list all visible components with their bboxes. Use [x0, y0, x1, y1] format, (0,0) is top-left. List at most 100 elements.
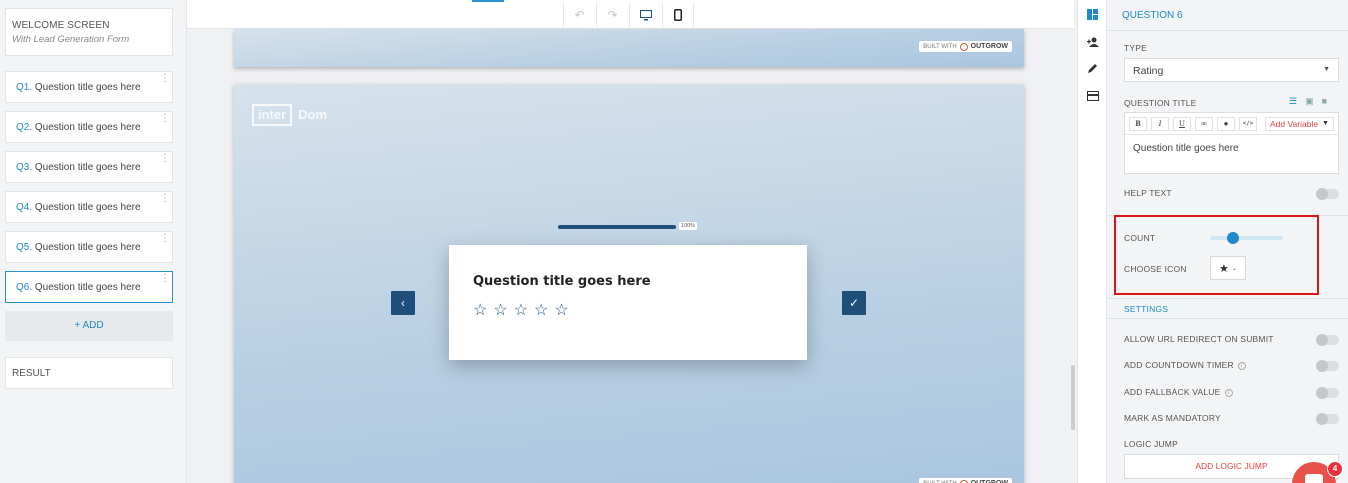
toolbar-indicator [472, 0, 504, 2]
more-options-icon[interactable]: ⋮ [160, 74, 170, 84]
pencil-icon[interactable] [1078, 55, 1107, 82]
rating-stars: ☆ ☆ ☆ ☆ ☆ [473, 302, 569, 320]
add-question-button[interactable]: + ADD [5, 311, 173, 341]
welcome-subtitle: With Lead Generation Form [12, 34, 130, 45]
question-item-3[interactable]: Q3. Question title goes here ⋮ [5, 151, 173, 183]
outgrow-logo-icon [959, 42, 968, 51]
star-icon[interactable]: ☆ [534, 302, 548, 320]
fallback-toggle[interactable] [1316, 387, 1339, 399]
type-select[interactable]: Rating ▼ [1124, 58, 1339, 82]
question-label: Question title goes here [32, 282, 141, 293]
welcome-screen-item[interactable]: WELCOME SCREEN With Lead Generation Form [5, 8, 173, 56]
question-number: Q2. [16, 122, 33, 133]
question-number: Q6. [16, 282, 33, 293]
question-label: Question title goes here [32, 122, 141, 133]
link-icon[interactable]: ∞ [1195, 116, 1213, 131]
setting-countdown-label: ADD COUNTDOWN TIMER i [1124, 360, 1246, 370]
question-item-2[interactable]: Q2. Question title goes here ⋮ [5, 111, 173, 143]
star-icon[interactable]: ☆ [493, 302, 507, 320]
card-icon[interactable] [1078, 82, 1107, 109]
editor-toolbar: B I U ∞ ● </> Add Variable ▼ [1125, 113, 1338, 135]
add-variable-label: Add Variable [1270, 118, 1319, 129]
undo-icon[interactable]: ↶ [563, 3, 595, 27]
question-slide-preview: inter Dom 100% ‹ ✓ Question title goes h… [234, 85, 1024, 483]
add-user-icon[interactable] [1078, 28, 1107, 55]
star-icon[interactable]: ☆ [554, 302, 568, 320]
more-options-icon[interactable]: ⋮ [160, 274, 170, 284]
panel-icon-rail [1077, 0, 1107, 483]
logic-jump-label: LOGIC JUMP [1124, 439, 1178, 449]
type-label: TYPE [1124, 43, 1148, 53]
help-text-label: HELP TEXT [1124, 188, 1172, 198]
info-icon[interactable]: i [1224, 389, 1233, 397]
progress-label: 100% [679, 222, 698, 230]
question-number: Q5. [16, 242, 33, 253]
question-label: Question title goes here [32, 242, 141, 253]
preview-canvas: ↶ ↷ BUILT WITH OUTGROW inter Dom 100% ‹ … [187, 0, 1077, 483]
color-drop-icon[interactable]: ● [1217, 116, 1235, 131]
brand-logo: inter Dom [252, 104, 333, 126]
bold-icon[interactable]: B [1129, 116, 1147, 131]
star-icon[interactable]: ☆ [514, 302, 528, 320]
more-options-icon[interactable]: ⋮ [160, 154, 170, 164]
info-icon[interactable]: i [1237, 362, 1246, 370]
question-item-1[interactable]: Q1. Question title goes here ⋮ [5, 71, 173, 103]
check-icon: ✓ [848, 296, 860, 310]
question-label: Question title goes here [32, 162, 141, 173]
url-redirect-toggle[interactable] [1316, 334, 1339, 346]
preview-toolbar: ↶ ↷ [187, 0, 1074, 29]
question-card: Question title goes here ☆ ☆ ☆ ☆ ☆ [449, 245, 807, 360]
question-number: Q3. [16, 162, 33, 173]
logo-part-1: inter [252, 104, 293, 126]
progress-bar [558, 225, 676, 229]
question-item-6[interactable]: Q6. Question title goes here ⋮ [5, 271, 173, 303]
countdown-toggle[interactable] [1316, 360, 1339, 372]
type-select-value: Rating [1133, 65, 1164, 77]
result-item[interactable]: RESULT [5, 357, 173, 389]
previous-button[interactable]: ‹ [391, 291, 415, 315]
next-button[interactable]: ✓ [842, 291, 866, 315]
highlight-box [1114, 215, 1319, 295]
vertical-scrollbar[interactable] [1071, 365, 1075, 430]
desktop-icon[interactable] [629, 3, 661, 27]
setting-fallback-label: ADD FALLBACK VALUE i [1124, 387, 1233, 397]
redo-icon[interactable]: ↷ [596, 3, 628, 27]
welcome-title: WELCOME SCREEN [12, 20, 110, 31]
more-options-icon[interactable]: ⋮ [160, 114, 170, 124]
caret-down-icon: ▼ [1322, 120, 1329, 127]
logo-part-2: Dom [298, 107, 328, 122]
more-options-icon[interactable]: ⋮ [160, 194, 170, 204]
setting-mandatory-label: MARK AS MANDATORY [1124, 413, 1221, 423]
built-with-badge: BUILT WITH OUTGROW [919, 41, 1012, 52]
question-title-text[interactable]: Question title goes here [1133, 143, 1239, 154]
camera-icon[interactable]: ▣ [1305, 96, 1314, 107]
chevron-left-icon: ‹ [401, 296, 405, 310]
code-icon[interactable]: </> [1239, 116, 1257, 131]
mandatory-toggle[interactable] [1316, 413, 1339, 425]
star-icon[interactable]: ☆ [473, 302, 487, 320]
layout-icon[interactable] [1078, 1, 1107, 28]
add-variable-dropdown[interactable]: Add Variable ▼ [1265, 116, 1334, 131]
question-item-5[interactable]: Q5. Question title goes here ⋮ [5, 231, 173, 263]
question-title-label: QUESTION TITLE [1124, 98, 1197, 108]
text-align-icon[interactable]: ☰ [1289, 96, 1297, 107]
previous-slide-preview: BUILT WITH OUTGROW [234, 29, 1024, 67]
caret-down-icon: ▼ [1323, 66, 1330, 73]
built-with-text: BUILT WITH [923, 43, 957, 50]
italic-icon[interactable]: I [1151, 116, 1169, 131]
more-options-icon[interactable]: ⋮ [160, 234, 170, 244]
help-text-toggle[interactable] [1316, 188, 1339, 200]
question-item-4[interactable]: Q4. Question title goes here ⋮ [5, 191, 173, 223]
divider [1108, 318, 1348, 319]
question-title-media-icons: ☰ ▣ ■ [1289, 96, 1327, 107]
video-icon[interactable]: ■ [1322, 96, 1327, 107]
underline-icon[interactable]: U [1173, 116, 1191, 131]
question-title-editor[interactable]: B I U ∞ ● </> Add Variable ▼ Question ti… [1124, 112, 1339, 174]
mobile-icon[interactable] [662, 3, 694, 27]
built-with-badge: BUILT WITH OUTGROW [919, 478, 1012, 483]
panel-header: QUESTION 6 [1122, 10, 1183, 21]
question-label: Question title goes here [32, 202, 141, 213]
question-title: Question title goes here [473, 274, 651, 289]
notification-badge: 4 [1327, 461, 1343, 477]
outgrow-brand: OUTGROW [970, 43, 1008, 50]
